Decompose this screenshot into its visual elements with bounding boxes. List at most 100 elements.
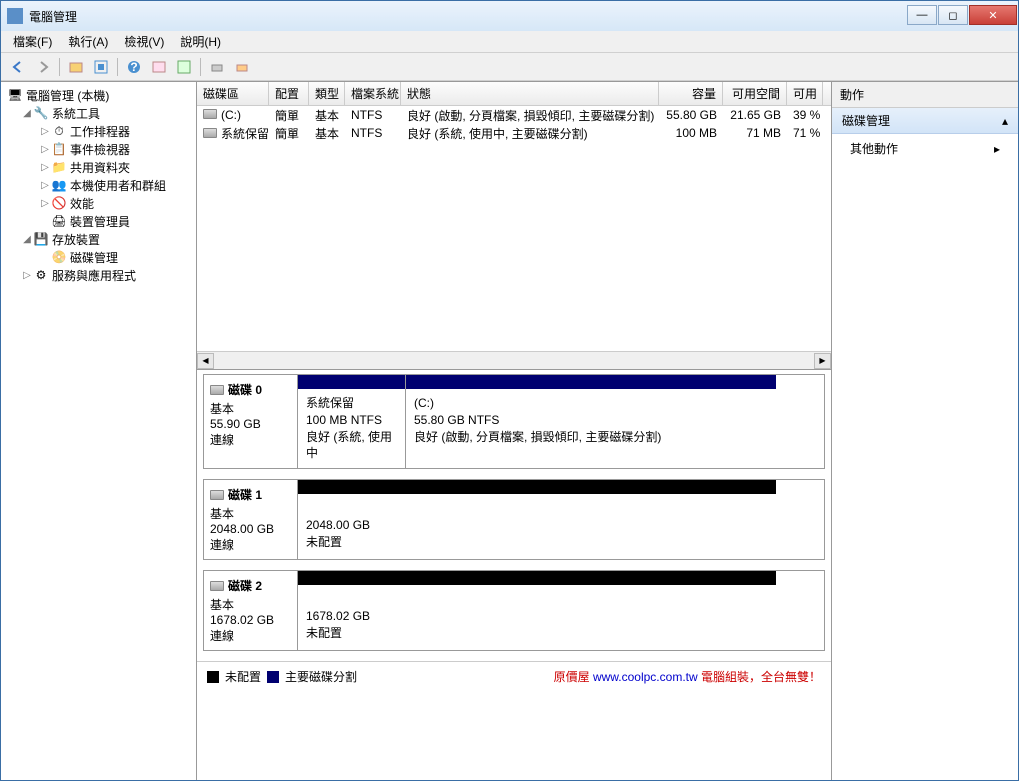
col-free[interactable]: 可用空間 (723, 82, 787, 105)
actions-header: 動作 (832, 82, 1018, 108)
scroll-right-icon[interactable]: ▶ (814, 353, 831, 369)
legend-swatch-unalloc (207, 671, 219, 683)
col-pct[interactable]: 可用 (787, 82, 823, 105)
disk-graphical-view: 磁碟 0基本55.90 GB連線系統保留100 MB NTFS良好 (系統, 使… (197, 370, 831, 780)
menu-file[interactable]: 檔案(F) (7, 31, 58, 52)
disk-icon: 📀 (51, 250, 67, 264)
nav-tree[interactable]: 🖥電腦管理 (本機) ◢🔧系統工具 ▷⏱工作排程器 ▷📋事件檢視器 ▷📁共用資料… (1, 82, 197, 780)
partition-body: (C:)55.80 GB NTFS良好 (啟動, 分頁檔案, 損毀傾印, 主要磁… (406, 389, 776, 451)
legend-swatch-primary (267, 671, 279, 683)
disk-row[interactable]: 磁碟 2基本1678.02 GB連線 1678.02 GB未配置 (203, 570, 825, 651)
storage-icon: 💾 (33, 232, 49, 246)
disk-row[interactable]: 磁碟 0基本55.90 GB連線系統保留100 MB NTFS良好 (系統, 使… (203, 374, 825, 469)
disk-icon (210, 581, 224, 591)
toolbar-icon-4[interactable] (173, 56, 195, 78)
forward-button[interactable] (32, 56, 54, 78)
clock-icon: ⏱ (51, 124, 67, 138)
device-icon: 🖨 (51, 214, 67, 228)
menu-action[interactable]: 執行(A) (62, 31, 114, 52)
tree-device-manager[interactable]: 🖨裝置管理員 (3, 212, 194, 230)
tree-task-scheduler[interactable]: ▷⏱工作排程器 (3, 122, 194, 140)
actions-group[interactable]: 磁碟管理 ▴ (832, 108, 1018, 134)
scroll-left-icon[interactable]: ◀ (197, 353, 214, 369)
computer-icon: 🖥 (7, 88, 23, 102)
back-button[interactable] (7, 56, 29, 78)
disk-partitions: 1678.02 GB未配置 (297, 570, 825, 651)
content: 🖥電腦管理 (本機) ◢🔧系統工具 ▷⏱工作排程器 ▷📋事件檢視器 ▷📁共用資料… (1, 81, 1018, 780)
partition-body: 1678.02 GB未配置 (298, 585, 776, 647)
collapse-icon[interactable]: ▴ (1002, 114, 1008, 128)
tree-shared-folders[interactable]: ▷📁共用資料夾 (3, 158, 194, 176)
window-buttons: — ◻ ✕ (906, 5, 1017, 27)
actions-more[interactable]: 其他動作 ▸ (832, 134, 1018, 163)
tree-local-users[interactable]: ▷👥本機使用者和群組 (3, 176, 194, 194)
partition-header (298, 375, 405, 389)
close-button[interactable]: ✕ (969, 5, 1017, 25)
disk-icon (210, 385, 224, 395)
tree-services-apps[interactable]: ▷⚙服務與應用程式 (3, 266, 194, 284)
partition[interactable]: 2048.00 GB未配置 (298, 480, 776, 559)
col-volume[interactable]: 磁碟區 (197, 82, 269, 105)
partition[interactable]: 系統保留100 MB NTFS良好 (系統, 使用中 (298, 375, 406, 468)
toolbar-icon-6[interactable] (231, 56, 253, 78)
disk-info: 磁碟 1基本2048.00 GB連線 (203, 479, 297, 560)
col-fs[interactable]: 檔案系統 (345, 82, 401, 105)
toolbar-icon-5[interactable] (206, 56, 228, 78)
col-type[interactable]: 類型 (309, 82, 345, 105)
folder-icon: 📁 (51, 160, 67, 174)
horizontal-scrollbar[interactable]: ◀ ▶ (197, 351, 831, 369)
svg-text:?: ? (130, 60, 137, 74)
toolbar-icon-2[interactable] (90, 56, 112, 78)
disk-partitions: 系統保留100 MB NTFS良好 (系統, 使用中(C:)55.80 GB N… (297, 374, 825, 469)
tree-root[interactable]: 🖥電腦管理 (本機) (3, 86, 194, 104)
app-icon (7, 8, 23, 24)
actions-pane: 動作 磁碟管理 ▴ 其他動作 ▸ (832, 82, 1018, 780)
titlebar[interactable]: 電腦管理 — ◻ ✕ (1, 1, 1018, 31)
tree-systools[interactable]: ◢🔧系統工具 (3, 104, 194, 122)
legend-primary: 主要磁碟分割 (285, 668, 357, 685)
users-icon: 👥 (51, 178, 67, 192)
tree-disk-management[interactable]: 📀磁碟管理 (3, 248, 194, 266)
volume-rows: (C:) 簡單 基本 NTFS 良好 (啟動, 分頁檔案, 損毀傾印, 主要磁碟… (197, 106, 831, 351)
services-icon: ⚙ (33, 268, 49, 282)
drive-icon (203, 109, 217, 119)
tree-storage[interactable]: ◢💾存放裝置 (3, 230, 194, 248)
menu-help[interactable]: 說明(H) (174, 31, 227, 52)
drive-icon (203, 128, 217, 138)
event-icon: 📋 (51, 142, 67, 156)
disk-row[interactable]: 磁碟 1基本2048.00 GB連線 2048.00 GB未配置 (203, 479, 825, 560)
volume-row[interactable]: (C:) 簡單 基本 NTFS 良好 (啟動, 分頁檔案, 損毀傾印, 主要磁碟… (197, 106, 831, 124)
help-icon[interactable]: ? (123, 56, 145, 78)
toolbar-icon-3[interactable] (148, 56, 170, 78)
partition-header (298, 571, 776, 585)
tools-icon: 🔧 (33, 106, 49, 120)
disk-icon (210, 490, 224, 500)
maximize-button[interactable]: ◻ (938, 5, 968, 25)
menu-view[interactable]: 檢視(V) (118, 31, 170, 52)
legend-bar: 未配置 主要磁碟分割 原價屋 www.coolpc.com.tw 電腦組裝，全台… (197, 661, 831, 691)
perf-icon: 🚫 (51, 196, 67, 210)
partition[interactable]: (C:)55.80 GB NTFS良好 (啟動, 分頁檔案, 損毀傾印, 主要磁… (406, 375, 776, 468)
window-title: 電腦管理 (29, 8, 906, 25)
partition-body: 系統保留100 MB NTFS良好 (系統, 使用中 (298, 389, 405, 468)
tree-performance[interactable]: ▷🚫效能 (3, 194, 194, 212)
partition-header (298, 480, 776, 494)
volume-list[interactable]: 磁碟區 配置 類型 檔案系統 狀態 容量 可用空間 可用 (C:) 簡單 基本 … (197, 82, 831, 370)
promo-text: 原價屋 www.coolpc.com.tw 電腦組裝，全台無雙！ (554, 668, 821, 685)
menubar: 檔案(F) 執行(A) 檢視(V) 說明(H) (1, 31, 1018, 53)
minimize-button[interactable]: — (907, 5, 937, 25)
toolbar: ? (1, 53, 1018, 81)
toolbar-icon-1[interactable] (65, 56, 87, 78)
disk-partitions: 2048.00 GB未配置 (297, 479, 825, 560)
chevron-right-icon: ▸ (994, 142, 1000, 156)
partition[interactable]: 1678.02 GB未配置 (298, 571, 776, 650)
column-headers[interactable]: 磁碟區 配置 類型 檔案系統 狀態 容量 可用空間 可用 (197, 82, 831, 106)
tree-event-viewer[interactable]: ▷📋事件檢視器 (3, 140, 194, 158)
col-status[interactable]: 狀態 (401, 82, 659, 105)
main-pane: 磁碟區 配置 類型 檔案系統 狀態 容量 可用空間 可用 (C:) 簡單 基本 … (197, 82, 832, 780)
promo-link[interactable]: www.coolpc.com.tw (593, 670, 698, 684)
partition-header (406, 375, 776, 389)
col-layout[interactable]: 配置 (269, 82, 309, 105)
col-capacity[interactable]: 容量 (659, 82, 723, 105)
volume-row[interactable]: 系統保留 簡單 基本 NTFS 良好 (系統, 使用中, 主要磁碟分割) 100… (197, 124, 831, 142)
